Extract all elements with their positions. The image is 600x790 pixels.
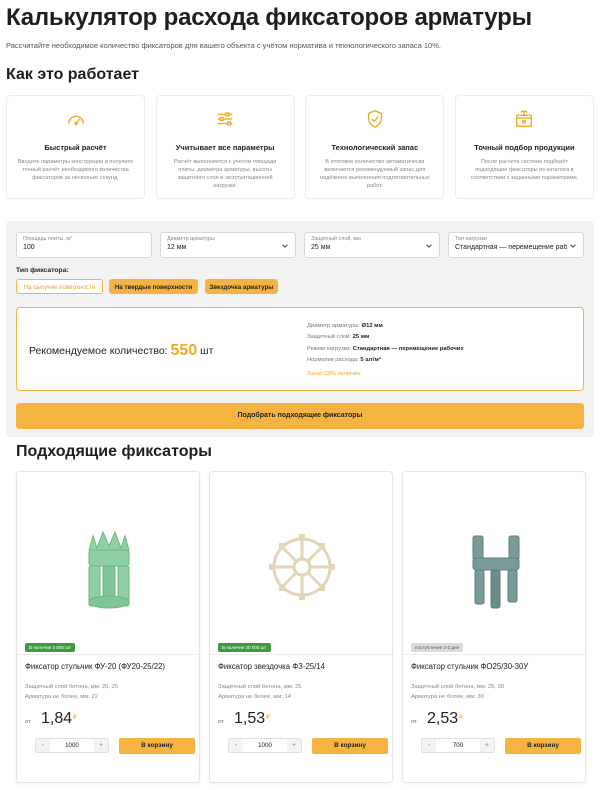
fixator-type-label: Тип фиксатора: (16, 267, 69, 274)
load-label: Тип нагрузки (455, 236, 487, 242)
chevron-down-icon (282, 244, 288, 248)
product-price: 1,53 (234, 710, 266, 727)
feature-title: Учитывает все параметры (175, 143, 275, 152)
feature-card-reserve: Технологический запас В итоговое количес… (305, 95, 445, 199)
product-spec-rebar: Арматура не более, мм: 30 (411, 694, 484, 700)
speedometer-icon (67, 115, 84, 126)
quantity-input[interactable]: 1000 (243, 739, 287, 752)
recommended-label: Рекомендуемое количество: (29, 345, 168, 357)
product-image-star (269, 534, 335, 600)
divider (210, 654, 394, 655)
sliders-icon (217, 112, 233, 126)
find-fixators-button[interactable]: Подобрать подходящие фиксаторы (16, 403, 584, 429)
result-details: Диаметр арматуры: Ø12 мм Защитный слой: … (307, 321, 464, 380)
type-chip-solid[interactable]: На твердые поверхности (109, 279, 198, 294)
divider (403, 654, 587, 655)
reserve-note: Запас 10% включён (307, 371, 361, 378)
feature-desc: В итоговое количество автоматически вклю… (319, 159, 430, 189)
diameter-select[interactable]: Диаметр арматуры 12 мм (160, 232, 296, 258)
recommended-value: 550 (170, 342, 198, 359)
feature-title: Точный подбор продукции (474, 143, 575, 152)
feature-title: Быстрый расчёт (44, 143, 107, 152)
product-name[interactable]: Фиксатор звездочка ФЗ-25/14 (218, 662, 325, 671)
price-from: от (411, 719, 417, 725)
result-box: Рекомендуемое количество: 550 шт Диаметр… (16, 307, 584, 391)
product-card[interactable]: В наличии 20 000 шт Фиксатор звездочка Ф… (209, 471, 394, 783)
calculator-panel: Площадь плиты, м² 100 Диаметр арматуры 1… (6, 221, 594, 437)
feature-title: Технологический запас (331, 143, 419, 152)
product-image-chair-tall (472, 535, 520, 609)
quantity-input[interactable]: 700 (436, 739, 480, 752)
chevron-down-icon (426, 244, 432, 248)
package-icon (516, 110, 533, 128)
feature-desc: Расчёт выполняется с учётом площади плит… (173, 159, 277, 189)
area-input[interactable]: 100 (23, 244, 145, 251)
area-field[interactable]: Площадь плиты, м² 100 (16, 232, 152, 258)
add-to-cart-button[interactable]: В корзину (505, 738, 581, 754)
feature-card-selection: Точный подбор продукции После расчёта си… (454, 95, 594, 199)
increment-button[interactable]: + (480, 739, 494, 752)
increment-button[interactable]: + (94, 739, 108, 752)
area-label: Площадь плиты, м² (23, 236, 72, 242)
detail-load: Режим нагрузки: Стандартная — перемещени… (307, 345, 464, 352)
recommended-unit: шт (200, 345, 214, 357)
feature-desc: Вводите параметры конструкции и получите… (17, 159, 134, 181)
type-chip-loose[interactable]: На сыпучие поверхности (16, 279, 103, 294)
stock-badge: поступление 2-3 дня (411, 643, 464, 652)
page-subtitle: Рассчитайте необходимое количество фикса… (6, 41, 441, 50)
price-from: от (25, 719, 31, 725)
type-chip-star[interactable]: Звездочка арматуры (205, 279, 278, 294)
products-heading: Подходящие фиксаторы (16, 443, 212, 460)
product-price: 1,84 (41, 710, 73, 727)
how-it-works-heading: Как это работает (6, 66, 139, 83)
decrement-button[interactable]: - (422, 739, 436, 752)
currency: ₽ (459, 715, 463, 721)
shield-check-icon (367, 110, 382, 129)
decrement-button[interactable]: - (36, 739, 50, 752)
add-to-cart-button[interactable]: В корзину (312, 738, 388, 754)
load-value: Стандартная — перемещение рабочих (455, 244, 567, 251)
currency: ₽ (266, 715, 270, 721)
stock-badge: В наличии 20 000 шт (218, 643, 271, 652)
price-from: от (218, 719, 224, 725)
feature-desc: После расчёта система подберёт подходящи… (470, 159, 579, 181)
divider (17, 654, 201, 655)
quantity-stepper: - 1000 + (35, 738, 109, 753)
load-select[interactable]: Тип нагрузки Стандартная — перемещение р… (448, 232, 584, 258)
cover-select[interactable]: Защитный слой, мм 25 мм (304, 232, 440, 258)
feature-card-params: Учитывает все параметры Расчёт выполняет… (155, 95, 295, 199)
product-image-chair (88, 530, 130, 609)
detail-cover: Защитный слой: 25 мм (307, 334, 370, 341)
detail-diameter: Диаметр арматуры: Ø12 мм (307, 323, 383, 329)
product-spec-cover: Защитный слой бетона, мм: 20, 25 (25, 684, 119, 690)
diameter-value: 12 мм (167, 244, 187, 251)
product-spec-cover: Защитный слой бетона, мм: 25 (218, 684, 302, 690)
detail-norm: Норматив расхода: 5 шт/м² (307, 356, 381, 363)
add-to-cart-button[interactable]: В корзину (119, 738, 195, 754)
product-card[interactable]: В наличии 3 000 шт Фиксатор стульчик ФУ-… (16, 471, 201, 783)
diameter-label: Диаметр арматуры (167, 236, 215, 242)
product-spec-cover: Защитный слой бетона, мм: 25, 30 (411, 684, 505, 690)
product-name[interactable]: Фиксатор стульчик ФО25/30-30У (411, 662, 528, 671)
quantity-stepper: - 700 + (421, 738, 495, 753)
product-spec-rebar: Арматура не более, мм: 22 (25, 694, 98, 700)
increment-button[interactable]: + (287, 739, 301, 752)
cover-label: Защитный слой, мм (311, 236, 361, 242)
currency: ₽ (73, 715, 77, 721)
stock-badge: В наличии 3 000 шт (25, 643, 76, 652)
feature-card-fast: Быстрый расчёт Вводите параметры констру… (6, 95, 145, 199)
decrement-button[interactable]: - (229, 739, 243, 752)
page-title: Калькулятор расхода фиксаторов арматуры (6, 4, 532, 31)
product-price: 2,53 (427, 710, 459, 727)
features-row: Быстрый расчёт Вводите параметры констру… (6, 95, 594, 199)
quantity-input[interactable]: 1000 (50, 739, 94, 752)
cover-value: 25 мм (311, 244, 331, 251)
chevron-down-icon (570, 244, 576, 248)
product-name[interactable]: Фиксатор стульчик ФУ-20 (ФУ20-25/22) (25, 662, 165, 671)
product-spec-rebar: Арматура не более, мм: 14 (218, 694, 291, 700)
quantity-stepper: - 1000 + (228, 738, 302, 753)
product-card[interactable]: поступление 2-3 дня Фиксатор стульчик ФО… (402, 471, 587, 783)
recommended-quantity: Рекомендуемое количество: 550 шт (29, 342, 213, 360)
